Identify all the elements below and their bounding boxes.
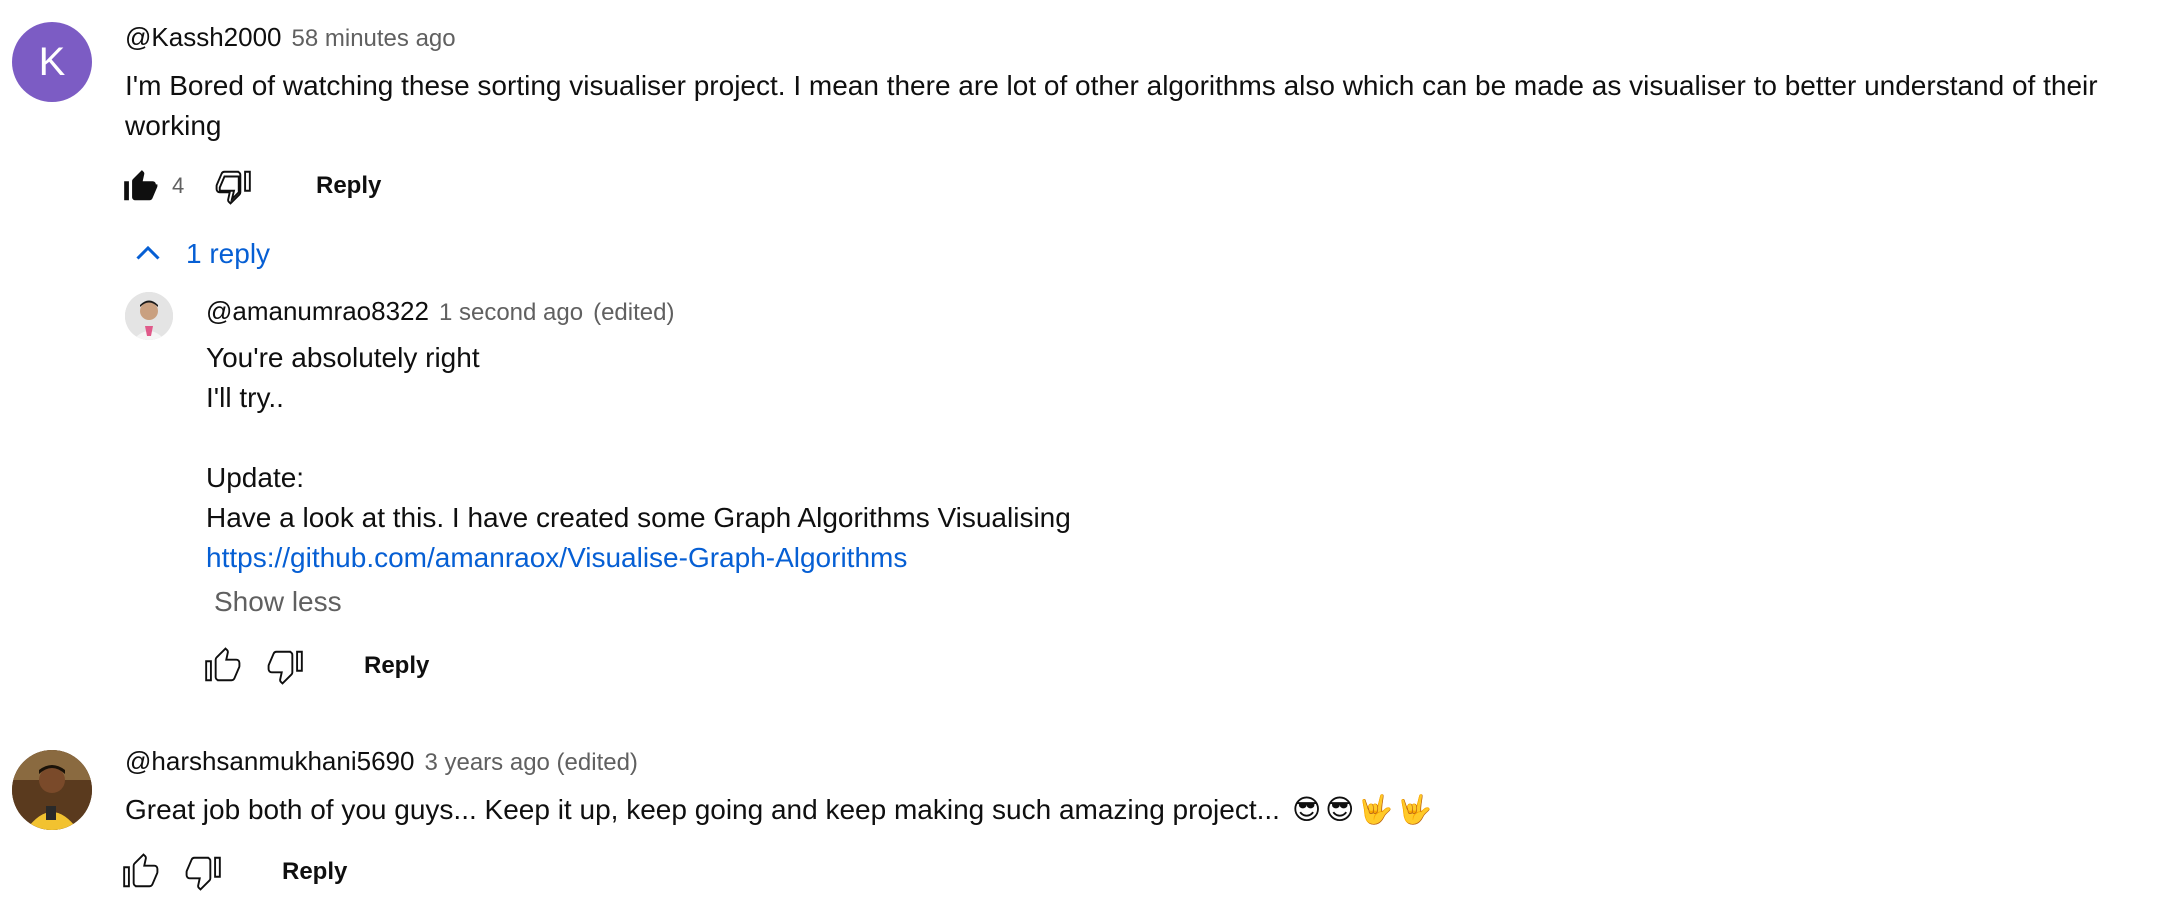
avatar-letter: K xyxy=(38,39,66,84)
reply-text: You're absolutely right I'll try.. Updat… xyxy=(206,342,1071,573)
comment-timestamp[interactable]: 3 years ago (edited) xyxy=(424,749,637,777)
dislike-button[interactable] xyxy=(212,164,256,208)
show-less-button[interactable]: Show less xyxy=(214,586,342,618)
reply-link[interactable]: https://github.com/amanraox/Visualise-Gr… xyxy=(206,542,907,573)
reply-author[interactable]: @amanumrao8322 xyxy=(206,296,429,327)
like-button[interactable] xyxy=(118,850,162,894)
dislike-button[interactable] xyxy=(182,850,226,894)
like-button[interactable] xyxy=(200,644,244,688)
thumbs-up-icon xyxy=(205,647,241,682)
comment-text: I'm Bored of watching these sorting visu… xyxy=(125,70,2098,141)
comment-author[interactable]: @harshsanmukhani5690 xyxy=(125,746,414,777)
replies-count-label: 1 reply xyxy=(186,238,271,269)
thumbs-down-icon xyxy=(267,650,303,685)
emoji-sunglasses: 😎 xyxy=(1291,794,1322,825)
comment-header: @Kassh2000 58 minutes ago xyxy=(125,22,456,53)
comment-header: @harshsanmukhani5690 3 years ago (edited… xyxy=(125,746,638,777)
replies-toggle[interactable]: 1 reply xyxy=(130,236,270,272)
like-button[interactable] xyxy=(118,164,162,208)
chevron-up-icon xyxy=(136,245,160,260)
thumbs-down-icon xyxy=(185,856,221,891)
dislike-button[interactable] xyxy=(264,644,308,688)
reply-timestamp[interactable]: 1 second ago xyxy=(439,299,583,327)
reply-header: @amanumrao8322 1 second ago (edited) xyxy=(206,296,674,327)
comment-actions: Reply xyxy=(118,850,347,894)
comment-text: Great job both of you guys... Keep it up… xyxy=(125,790,1432,830)
profile-photo xyxy=(12,750,92,830)
avatar[interactable]: K xyxy=(12,22,92,102)
reply-button[interactable]: Reply xyxy=(282,858,347,886)
emoji-sunglasses: 😎 xyxy=(1325,794,1355,825)
thumbs-down-icon xyxy=(215,170,251,205)
profile-photo xyxy=(125,292,173,340)
reply-actions: Reply xyxy=(200,644,429,688)
reply-button[interactable]: Reply xyxy=(364,652,429,680)
comment-author[interactable]: @Kassh2000 xyxy=(125,22,282,53)
avatar[interactable] xyxy=(12,750,92,830)
like-count: 4 xyxy=(172,173,185,198)
avatar[interactable] xyxy=(125,292,173,340)
thumbs-up-icon xyxy=(123,853,159,888)
edited-label: (edited) xyxy=(593,299,675,326)
emoji-love-you-gesture: 🤟 xyxy=(1358,794,1394,825)
comment-actions: 4 Reply xyxy=(118,164,381,208)
emoji-love-you-gesture: 🤟 xyxy=(1397,794,1433,825)
reply-button[interactable]: Reply xyxy=(316,172,381,200)
comment-timestamp[interactable]: 58 minutes ago xyxy=(292,25,456,53)
thumbs-up-filled-icon xyxy=(124,170,158,201)
